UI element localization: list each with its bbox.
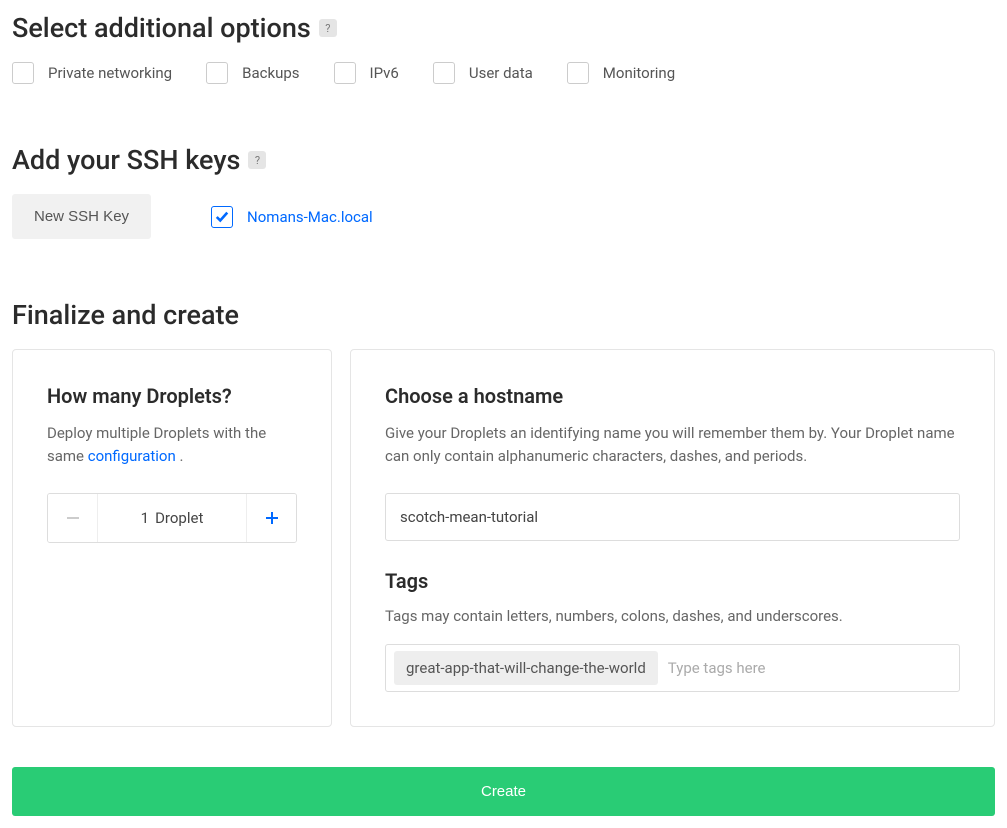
- checkbox-icon[interactable]: [206, 62, 228, 84]
- hostname-card: Choose a hostname Give your Droplets an …: [350, 349, 995, 727]
- option-monitoring[interactable]: Monitoring: [567, 62, 675, 84]
- ssh-keys-title: Add your SSH keys ?: [12, 144, 995, 176]
- quantity-stepper: 1 Droplet: [47, 493, 297, 543]
- help-icon[interactable]: ?: [248, 151, 266, 169]
- additional-options-row: Private networking Backups IPv6 User dat…: [12, 62, 995, 84]
- ssh-key-item[interactable]: Nomans-Mac.local: [211, 206, 373, 228]
- minus-icon[interactable]: [48, 494, 98, 542]
- checkbox-icon[interactable]: [433, 62, 455, 84]
- option-private-networking[interactable]: Private networking: [12, 62, 172, 84]
- droplet-unit: Droplet: [155, 509, 203, 527]
- option-label: Monitoring: [603, 64, 675, 82]
- checkbox-icon[interactable]: [567, 62, 589, 84]
- option-label: User data: [469, 64, 533, 82]
- finalize-title-text: Finalize and create: [12, 299, 239, 331]
- tags-input[interactable]: [666, 653, 951, 683]
- tag-chip[interactable]: great-app-that-will-change-the-world: [394, 651, 658, 685]
- help-icon[interactable]: ?: [319, 19, 337, 37]
- how-many-title: How many Droplets?: [47, 384, 297, 408]
- finalize-row: How many Droplets? Deploy multiple Dropl…: [12, 349, 995, 727]
- ssh-keys-title-text: Add your SSH keys: [12, 144, 240, 176]
- how-many-card: How many Droplets? Deploy multiple Dropl…: [12, 349, 332, 727]
- hostname-title: Choose a hostname: [385, 384, 960, 408]
- tags-desc: Tags may contain letters, numbers, colon…: [385, 605, 960, 628]
- checkbox-icon[interactable]: [12, 62, 34, 84]
- create-button[interactable]: Create: [12, 767, 995, 816]
- option-label: Backups: [242, 64, 299, 82]
- ssh-key-name: Nomans-Mac.local: [247, 208, 373, 226]
- stepper-value: 1 Droplet: [98, 494, 246, 542]
- option-user-data[interactable]: User data: [433, 62, 533, 84]
- desc-suffix: .: [176, 447, 184, 465]
- checkbox-icon[interactable]: [211, 206, 233, 228]
- tags-title: Tags: [385, 569, 960, 593]
- additional-options-title: Select additional options ?: [12, 12, 995, 44]
- plus-icon[interactable]: [246, 494, 296, 542]
- option-label: IPv6: [370, 64, 399, 82]
- configuration-link[interactable]: configuration: [88, 447, 176, 465]
- ssh-keys-row: New SSH Key Nomans-Mac.local: [12, 194, 995, 239]
- tags-input-wrap[interactable]: great-app-that-will-change-the-world: [385, 644, 960, 692]
- how-many-desc: Deploy multiple Droplets with the same c…: [47, 422, 297, 469]
- hostname-desc: Give your Droplets an identifying name y…: [385, 422, 960, 469]
- option-ipv6[interactable]: IPv6: [334, 62, 399, 84]
- new-ssh-key-button[interactable]: New SSH Key: [12, 194, 151, 239]
- option-backups[interactable]: Backups: [206, 62, 299, 84]
- option-label: Private networking: [48, 64, 172, 82]
- finalize-title: Finalize and create: [12, 299, 995, 331]
- droplet-count: 1: [141, 509, 149, 527]
- additional-options-title-text: Select additional options: [12, 12, 311, 44]
- checkbox-icon[interactable]: [334, 62, 356, 84]
- hostname-input[interactable]: [385, 493, 960, 541]
